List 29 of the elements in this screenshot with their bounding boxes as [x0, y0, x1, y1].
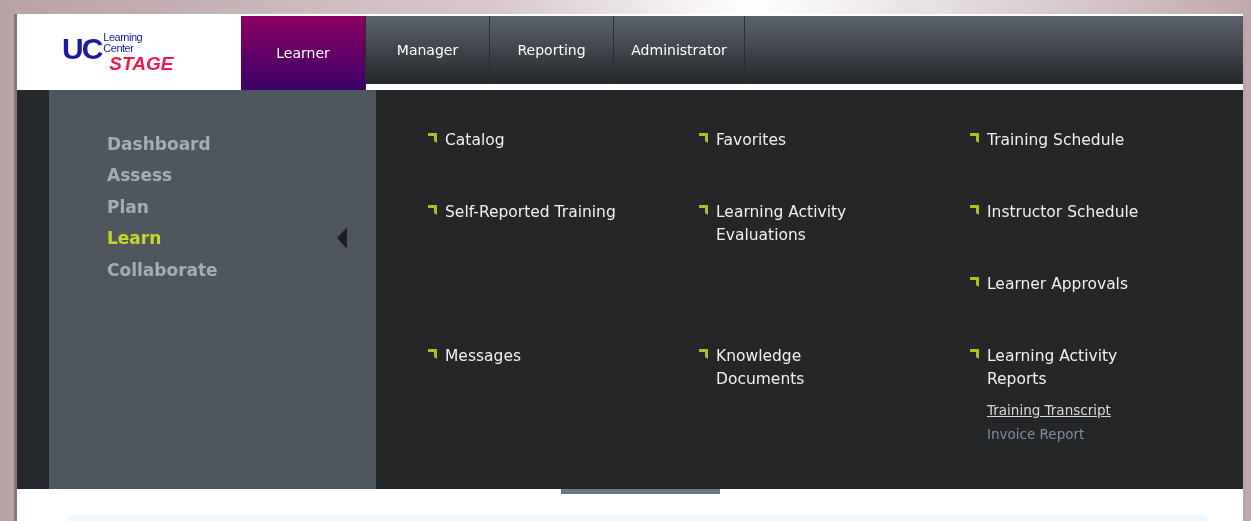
corner-arrow-icon [970, 133, 979, 143]
menu-link[interactable]: Learner Approvals [987, 273, 1128, 296]
corner-arrow-icon [428, 205, 437, 215]
menu-link[interactable]: Self-Reported Training [445, 201, 616, 224]
corner-arrow-icon [699, 133, 708, 143]
corner-arrow-icon [970, 349, 979, 359]
menu-link[interactable]: Training Schedule [987, 129, 1125, 152]
menu-link[interactable]: Catalog [445, 129, 505, 152]
corner-arrow-icon [970, 277, 979, 287]
sub-link[interactable]: Invoice Report [987, 424, 1085, 444]
menu-link[interactable]: Learning Activity Reports [987, 345, 1162, 391]
menu-link[interactable]: Favorites [716, 129, 786, 152]
menu-link[interactable]: Learning Activity Evaluations [716, 201, 891, 247]
corner-arrow-icon [699, 205, 708, 215]
menu-link[interactable]: Instructor Schedule [987, 201, 1139, 224]
nav-tab[interactable]: Reporting [490, 16, 614, 84]
corner-arrow-icon [970, 205, 979, 215]
sidebar-item[interactable]: Learn [107, 228, 162, 249]
menu-link[interactable]: Knowledge Documents [716, 345, 891, 391]
drawer-handle[interactable] [561, 489, 720, 494]
triangle-icon [337, 227, 347, 250]
corner-arrow-icon [699, 349, 708, 359]
nav-tab[interactable]: Manager [366, 16, 490, 84]
nav-tab[interactable]: Learner [241, 16, 366, 90]
sub-link[interactable]: Training Transcript [987, 400, 1111, 420]
menu-link[interactable]: Messages [445, 345, 521, 368]
corner-arrow-icon [428, 133, 437, 143]
corner-arrow-icon [428, 349, 437, 359]
nav-tab[interactable]: Administrator [614, 16, 745, 84]
